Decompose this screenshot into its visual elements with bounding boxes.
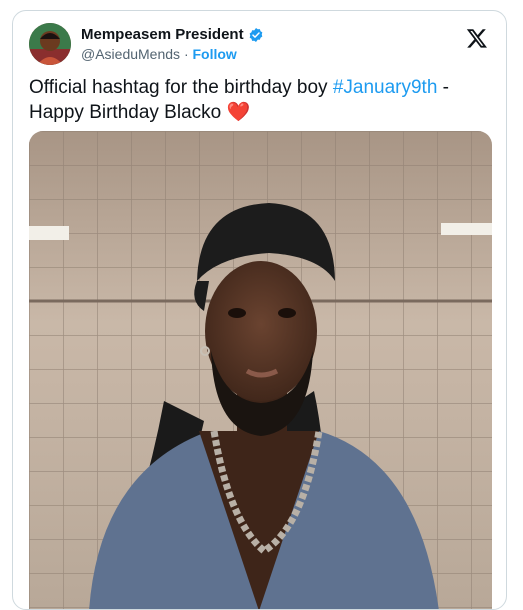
avatar[interactable] <box>29 23 71 65</box>
hashtag-link[interactable]: #January9th <box>333 77 438 98</box>
tweet-card[interactable]: Mempeasem President @AsieduMends · Follo… <box>12 10 507 610</box>
display-name[interactable]: Mempeasem President <box>81 26 244 43</box>
separator: · <box>183 46 189 62</box>
tweet-text-part: Official hashtag for the birthday boy <box>29 77 333 98</box>
tweet-photo[interactable] <box>29 131 492 609</box>
heart-emoji: ❤️ <box>226 102 251 123</box>
tweet-text: Official hashtag for the birthday boy #J… <box>29 75 497 125</box>
x-logo-icon[interactable] <box>466 27 488 49</box>
handle[interactable]: @AsieduMends <box>81 46 180 62</box>
follow-button[interactable]: Follow <box>193 46 237 62</box>
verified-badge-icon <box>249 27 262 42</box>
author-names: Mempeasem President @AsieduMends · Follo… <box>81 26 264 62</box>
tweet-header: Mempeasem President @AsieduMends · Follo… <box>29 23 492 67</box>
